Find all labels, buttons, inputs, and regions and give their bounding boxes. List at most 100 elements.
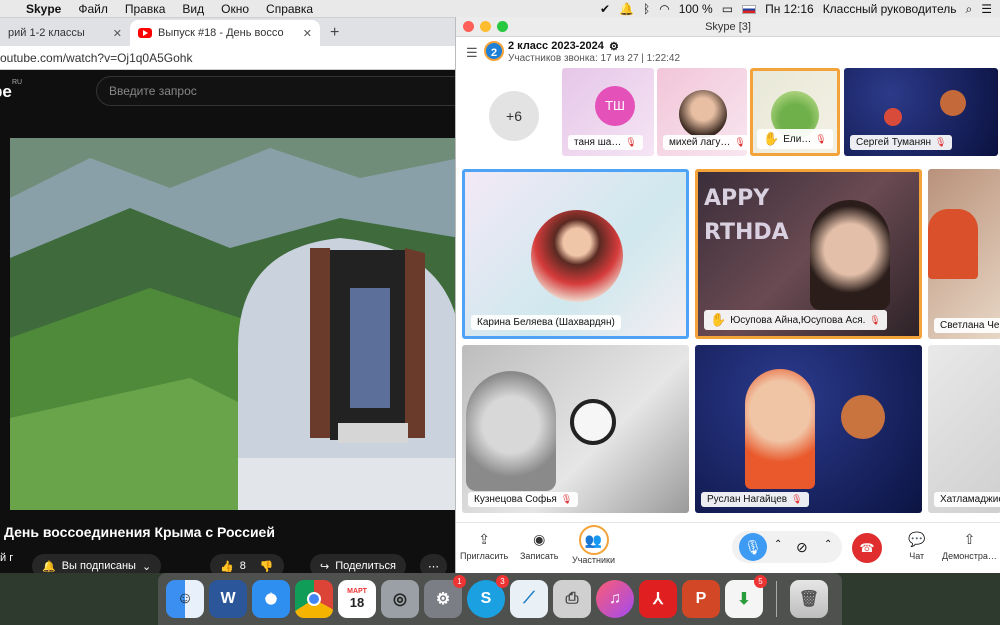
participant-tile-raised-hand[interactable]: APPY RTHDA ✋ Юсупова Айна,Юсупова Ася. 🎙 xyxy=(695,169,922,339)
system-preferences-icon[interactable]: ⚙ 1 xyxy=(424,575,466,618)
skype-window-title: Skype [3] xyxy=(705,20,751,33)
call-header: ☰ 2 2 класс 2023-2024 ⚙ Участников звонк… xyxy=(456,37,1000,65)
microphone-button[interactable]: 🎙 xyxy=(739,533,767,561)
group-avatar[interactable]: 2 xyxy=(484,41,504,61)
record-icon: ◉ xyxy=(533,531,546,547)
menubar-user[interactable]: Классный руководитель xyxy=(823,2,957,16)
group-name[interactable]: 2 класс 2023-2024 xyxy=(508,40,604,52)
participant-tile[interactable]: Светлана Чер xyxy=(928,169,1000,339)
video-off-icon[interactable]: ⊘ xyxy=(796,539,808,556)
chat-icon: 💬 xyxy=(908,531,926,547)
notification-icon[interactable]: 🔔 xyxy=(619,2,634,16)
balloon-letters: APPY RTHDA xyxy=(704,186,789,245)
address-bar[interactable]: outube.com/watch?v=Oj1q0A5Gohk xyxy=(0,46,460,70)
wifi-icon[interactable]: ◠ xyxy=(659,2,669,16)
participant-name-pill: михей лагу… 🎙 xyxy=(663,135,747,150)
finder-icon[interactable]: ☺ xyxy=(166,580,204,618)
menu-help[interactable]: Справка xyxy=(266,2,313,16)
like-button[interactable]: 👍 8 👎 xyxy=(210,554,284,573)
participant-name: Юсупова Айна,Юсупова Ася. xyxy=(730,314,866,326)
end-call-button[interactable]: ☎ xyxy=(852,533,882,563)
menu-file[interactable]: Файл xyxy=(78,2,108,16)
chat-button[interactable]: 💬 Чат xyxy=(908,531,925,561)
participant-name: Сергей Туманян xyxy=(856,137,932,148)
calendar-icon[interactable]: МАРТ 18 xyxy=(338,580,376,618)
youtube-search-input[interactable]: Введите запрос xyxy=(96,76,456,106)
more-icon: ⋯ xyxy=(428,560,439,573)
invite-button[interactable]: ⇪ Пригласить xyxy=(460,531,508,561)
input-language-flag-icon[interactable] xyxy=(742,4,757,14)
participant-name-pill: таня ша… 🎙 xyxy=(568,135,643,150)
wall-clock-decoration xyxy=(570,399,616,445)
music-icon[interactable]: ♫ xyxy=(596,580,634,618)
record-button[interactable]: ◉ Записать xyxy=(520,531,558,561)
control-center-icon[interactable]: ☰ xyxy=(981,2,992,16)
more-participants-button[interactable]: +6 xyxy=(489,91,539,141)
thumbs-down-icon[interactable]: 👎 xyxy=(260,560,274,573)
powerpoint-icon[interactable]: P xyxy=(682,580,720,618)
participant-tile-raised-hand[interactable]: ✋ Ели… 🎙 xyxy=(750,68,840,156)
menubar-clock[interactable]: Пн 12:16 xyxy=(765,2,814,16)
planet-decoration xyxy=(940,90,966,116)
subscribed-button[interactable]: 🔔 Вы подписаны ⌄ xyxy=(32,554,162,573)
mic-options-chevron-icon[interactable]: ⌃ xyxy=(774,539,782,550)
participants-icon: 👥 xyxy=(578,525,609,555)
skype-icon[interactable]: S3 xyxy=(467,575,509,618)
video-options-chevron-icon[interactable]: ⌃ xyxy=(824,539,832,550)
printer-icon[interactable]: ⎙ xyxy=(553,580,591,618)
participant-tile[interactable]: Сергей Туманян 🎙 xyxy=(844,68,998,156)
participant-tile[interactable]: Хатламаджие xyxy=(928,345,1000,513)
app-store-download-icon[interactable]: ⬇ 5 xyxy=(725,575,767,618)
screenshot-icon[interactable]: ◎ xyxy=(381,580,419,618)
participants-button[interactable]: 👥 Участники xyxy=(572,525,615,565)
participant-video-face xyxy=(810,200,890,310)
acrobat-icon[interactable]: ⅄ xyxy=(639,580,677,618)
mic-off-icon: 🎙 xyxy=(734,137,746,147)
video-player[interactable] xyxy=(10,138,460,510)
participant-tile[interactable]: Кузнецова Софья 🎙 xyxy=(462,345,689,513)
status-check-icon[interactable]: ✔ xyxy=(600,2,610,16)
participant-name-pill: ✋ Ели… 🎙 xyxy=(757,129,833,149)
chrome-icon[interactable] xyxy=(295,580,333,618)
planet-decoration xyxy=(884,108,902,126)
participant-tile[interactable]: ТШ таня ша… 🎙 xyxy=(562,68,654,156)
battery-icon[interactable]: ▭ xyxy=(722,2,733,16)
channel-name[interactable]: й г xyxy=(0,552,13,564)
close-tab-icon[interactable]: ✕ xyxy=(303,27,312,40)
menu-view[interactable]: Вид xyxy=(182,2,204,16)
mic-off-icon: 🎙 xyxy=(869,314,881,325)
settings-gear-icon[interactable]: ⚙ xyxy=(609,40,619,53)
utility-app-icon[interactable]: ⟋ xyxy=(510,580,548,618)
share-button[interactable]: ↪ Поделиться xyxy=(310,554,406,573)
participant-tile[interactable]: Руслан Нагайцев 🎙 xyxy=(695,345,922,513)
call-toolbar: ⇪ Пригласить ◉ Записать 👥 Участники 🎙 ⌃ … xyxy=(456,522,1000,573)
notification-badge: 3 xyxy=(496,575,509,588)
browser-tab-1[interactable]: рий 1-2 классы ✕ xyxy=(0,20,130,46)
participant-video-face xyxy=(466,371,556,491)
video-title: День воссоединения Крыма с Россией xyxy=(4,524,275,540)
new-tab-button[interactable]: + xyxy=(320,24,349,46)
participant-name-pill: Хатламаджие xyxy=(934,492,1000,507)
screen-share-button[interactable]: ⇧ Демонстра… xyxy=(942,531,997,561)
more-actions-button[interactable]: ⋯ xyxy=(420,554,447,573)
bluetooth-icon[interactable]: ᛒ xyxy=(643,2,650,16)
participant-name: Хатламаджие xyxy=(940,494,1000,505)
hamburger-menu-icon[interactable]: ☰ xyxy=(466,45,478,61)
notification-badge: 1 xyxy=(453,575,466,588)
browser-tab-2-active[interactable]: Выпуск #18 - День воссо ✕ xyxy=(130,20,320,46)
word-icon[interactable]: W xyxy=(209,580,247,618)
menu-window[interactable]: Окно xyxy=(221,2,249,16)
thumbs-up-icon: 👍 xyxy=(220,560,234,573)
menu-edit[interactable]: Правка xyxy=(125,2,166,16)
trash-icon[interactable]: 🗑 xyxy=(790,580,828,618)
participant-tile-active-speaker[interactable]: Карина Беляева (Шахвардян) xyxy=(462,169,689,339)
microphone-icon: 🎙 xyxy=(744,539,762,555)
safari-icon[interactable]: ✧ xyxy=(252,580,290,618)
battery-percent: 100 % xyxy=(678,2,713,16)
youtube-logo[interactable]: be xyxy=(0,82,12,102)
close-tab-icon[interactable]: ✕ xyxy=(113,27,122,40)
participant-name-pill: Карина Беляева (Шахвардян) xyxy=(471,315,621,330)
menu-skype[interactable]: Skype xyxy=(26,2,61,16)
participant-tile[interactable]: михей лагу… 🎙 xyxy=(657,68,747,156)
spotlight-search-icon[interactable]: ⌕ xyxy=(966,2,973,17)
